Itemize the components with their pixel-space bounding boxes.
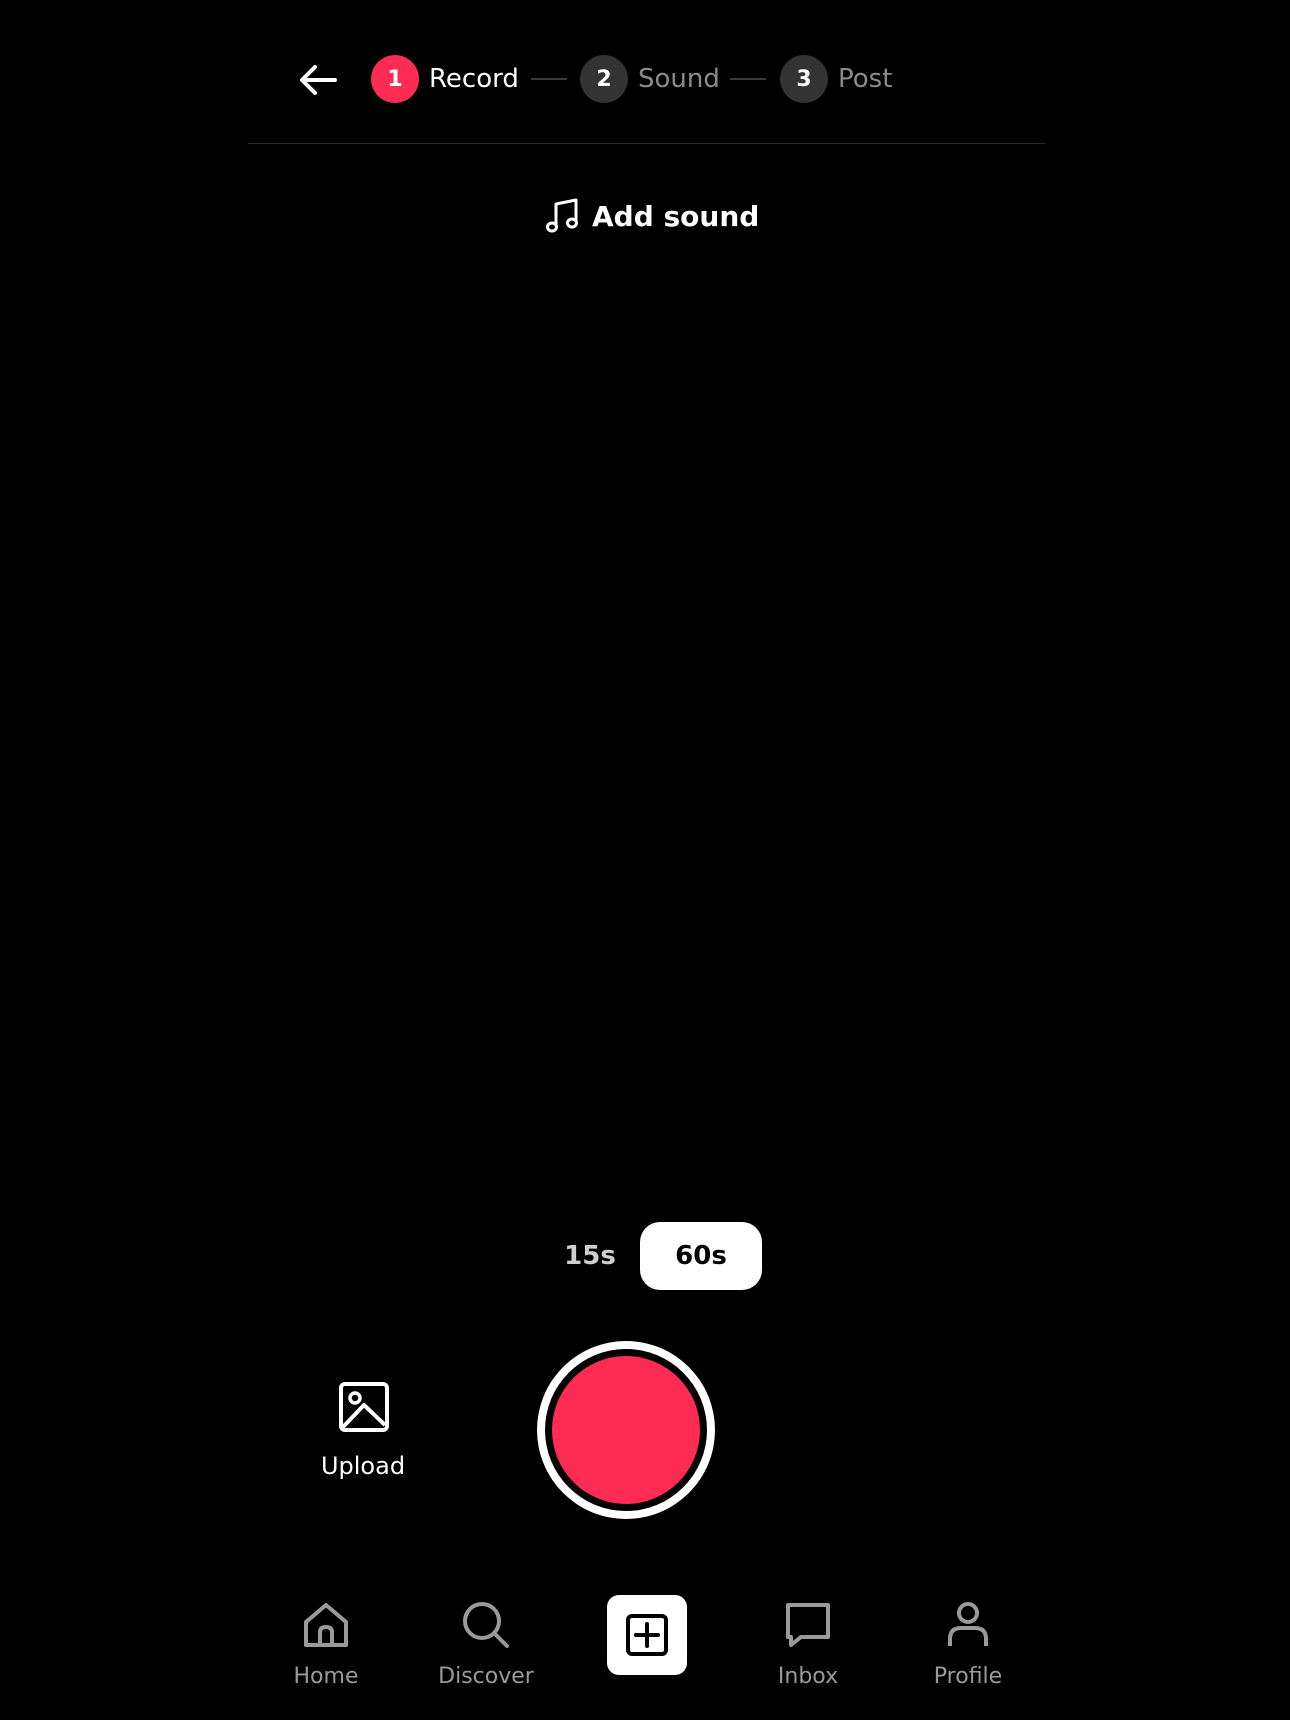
nav-label: Discover [438,1664,534,1689]
home-icon [304,1603,348,1647]
duration-15s-option[interactable]: 15s [548,1222,632,1290]
add-sound-label: Add sound [592,199,760,233]
plus-square-icon [626,1614,668,1656]
create-button[interactable] [607,1595,687,1675]
step-number: 2 [580,55,628,103]
upload-button[interactable]: Upload [308,1378,418,1484]
step-number: 3 [780,55,828,103]
nav-label: Home [293,1664,359,1689]
add-sound-button[interactable]: Add sound [546,196,759,236]
step-number: 1 [371,55,419,103]
music-note-icon [546,198,578,233]
step-label: Record [429,64,519,94]
nav-discover[interactable]: Discover [431,1588,541,1698]
step-label: Post [838,64,893,94]
step-connector [531,78,567,80]
stepper-header: 1 Record 2 Sound 3 Post [248,0,1045,144]
record-button-core [552,1356,700,1504]
step-label: Sound [638,64,720,94]
upload-label: Upload [320,1452,406,1480]
nav-profile[interactable]: Profile [913,1588,1023,1698]
search-icon [463,1602,509,1648]
nav-label: Inbox [777,1664,839,1689]
step-sound[interactable]: 2 Sound [580,55,720,103]
duration-60s-option[interactable]: 60s [640,1222,762,1290]
image-icon [339,1382,389,1432]
nav-label: Profile [933,1664,1003,1689]
message-icon [786,1603,830,1647]
step-record[interactable]: 1 Record [371,55,519,103]
bottom-nav: Home Discover Inbox Profile [248,1588,1045,1698]
nav-inbox[interactable]: Inbox [753,1588,863,1698]
step-connector [730,78,766,80]
back-arrow-icon [300,65,337,95]
record-screen: 1 Record 2 Sound 3 Post Add sound 15s 60… [248,0,1045,1720]
step-post[interactable]: 3 Post [780,55,892,103]
nav-home[interactable]: Home [271,1588,381,1698]
person-icon [948,1602,988,1646]
back-button[interactable] [293,55,343,105]
record-button[interactable] [537,1341,715,1519]
